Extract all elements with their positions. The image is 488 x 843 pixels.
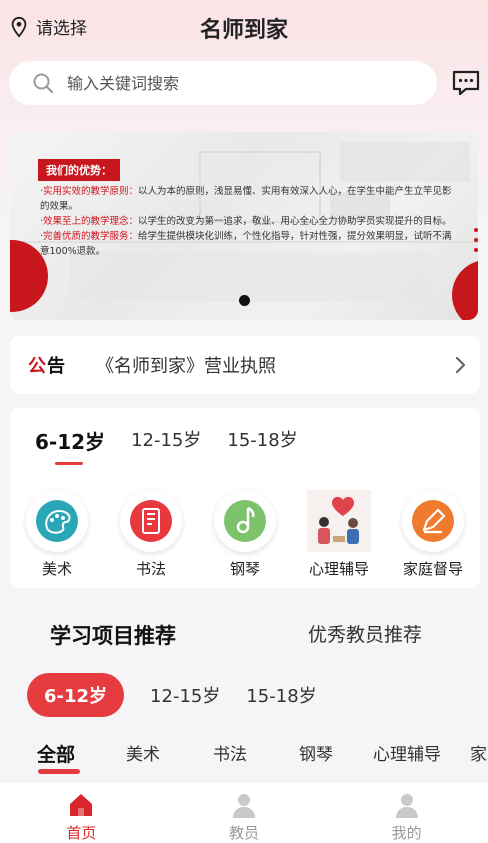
home-icon xyxy=(70,794,93,816)
bottom-tabbar: 首页 教员 我的 xyxy=(0,781,488,843)
category-label: 家庭督导 xyxy=(402,560,463,578)
age-tab-6-12[interactable]: 6-12岁 xyxy=(35,426,105,465)
promo-banner[interactable]: 我们的优势： ·实用实效的教学原则：以人为本的原则，浅显易懂、实用有效深入人心，… xyxy=(10,132,478,320)
category-label: 心理辅导 xyxy=(308,560,369,578)
tab-label: 首页 xyxy=(66,824,97,842)
advantage-line: ·效果至上的教学理念：以学生的改变为第一追求，敬业、用心全心全力协助学员实现提升… xyxy=(40,214,460,229)
category-family-supervision[interactable]: 家庭督导 xyxy=(386,490,480,579)
recommend-age-tabs: 6-12岁 12-15岁 15-18岁 xyxy=(27,673,343,717)
recommend-header: 学习项目推荐 优秀教员推荐 xyxy=(0,600,488,660)
advantage-highlight: ·实用实效的教学原则： xyxy=(40,186,139,197)
notice-tag: 公告 xyxy=(28,352,66,378)
notice-tag-part2: 告 xyxy=(47,356,66,377)
subject-tab-all[interactable]: 全部 xyxy=(37,740,81,774)
category-piano[interactable]: 钢琴 xyxy=(198,490,292,579)
advantage-line: ·完善优质的教学服务：给学生提供模块化训练，个性化指导，针对性强，提分效果明显，… xyxy=(40,229,460,259)
user-icon xyxy=(395,794,418,818)
advantages-text: ·实用实效的教学原则：以人为本的原则，浅显易懂、实用有效深入人心，在学生中能产生… xyxy=(40,184,460,259)
search-icon xyxy=(33,73,54,94)
calligraphy-icon xyxy=(120,490,182,552)
advantage-line: ·实用实效的教学原则：以人为本的原则，浅显易懂、实用有效深入人心，在学生中能产生… xyxy=(40,184,460,214)
teacher-icon xyxy=(233,794,255,818)
carousel-indicator[interactable] xyxy=(239,295,250,306)
age-tab-15-18[interactable]: 15-18岁 xyxy=(227,426,297,455)
pill-tab-6-12[interactable]: 6-12岁 xyxy=(27,673,125,717)
pen-edit-icon xyxy=(402,490,464,552)
tab-home[interactable]: 首页 xyxy=(0,782,163,843)
subject-tab-piano[interactable]: 钢琴 xyxy=(299,740,333,765)
advantage-highlight: ·完善优质的教学服务： xyxy=(40,231,139,242)
palette-icon xyxy=(26,490,88,552)
notice-tag-part1: 公 xyxy=(28,356,47,377)
advantage-highlight: ·效果至上的教学理念： xyxy=(40,216,139,227)
teacher-recommend-title[interactable]: 优秀教员推荐 xyxy=(308,620,422,647)
tab-label: 教员 xyxy=(229,824,260,842)
chevron-right-icon[interactable] xyxy=(450,354,470,376)
category-art[interactable]: 美术 xyxy=(10,490,104,579)
subject-tabs: 全部 美术 书法 钢琴 心理辅导 家 xyxy=(0,730,488,778)
category-calligraphy[interactable]: 书法 xyxy=(104,490,198,579)
recommend-title[interactable]: 学习项目推荐 xyxy=(50,620,176,650)
counseling-image xyxy=(307,490,371,552)
search-bar[interactable] xyxy=(9,61,437,105)
subject-tab-calligraphy[interactable]: 书法 xyxy=(213,740,247,765)
category-label: 书法 xyxy=(135,560,166,578)
category-grid: 美术 书法 钢琴 心理辅导 家庭督导 xyxy=(10,490,480,579)
category-counseling[interactable]: 心理辅导 xyxy=(292,490,386,579)
advantages-title: 我们的优势： xyxy=(38,159,120,181)
notice-bar[interactable]: 公告 《名师到家》营业执照 xyxy=(10,336,480,394)
subject-tab-art[interactable]: 美术 xyxy=(126,740,160,765)
pill-tab-15-18[interactable]: 15-18岁 xyxy=(246,682,316,708)
category-label: 钢琴 xyxy=(229,560,260,578)
subject-tab-family[interactable]: 家 xyxy=(470,740,487,765)
advantage-desc: 以学生的改变为第一追求，敬业、用心全心全力协助学员实现提升的目标。 xyxy=(138,216,452,227)
tab-label: 我的 xyxy=(391,824,422,842)
pill-tab-12-15[interactable]: 12-15岁 xyxy=(150,682,220,708)
notice-text[interactable]: 《名师到家》营业执照 xyxy=(96,352,276,378)
age-tab-12-15[interactable]: 12-15岁 xyxy=(131,426,201,455)
decor-dots xyxy=(474,228,478,258)
category-card: 6-12岁 12-15岁 15-18岁 美术 书法 钢琴 心理辅导 家庭督导 xyxy=(10,408,480,588)
tab-mine[interactable]: 我的 xyxy=(325,782,488,843)
music-note-icon xyxy=(214,490,276,552)
page-title: 名师到家 xyxy=(199,18,288,43)
age-tabs: 6-12岁 12-15岁 15-18岁 xyxy=(35,426,324,465)
message-icon[interactable] xyxy=(451,68,481,98)
subject-tab-counseling[interactable]: 心理辅导 xyxy=(373,740,441,765)
category-label: 美术 xyxy=(41,560,72,578)
tab-teacher[interactable]: 教员 xyxy=(163,782,326,843)
top-bar: 请选择 名师到家 xyxy=(0,0,488,56)
search-input[interactable] xyxy=(67,73,387,93)
